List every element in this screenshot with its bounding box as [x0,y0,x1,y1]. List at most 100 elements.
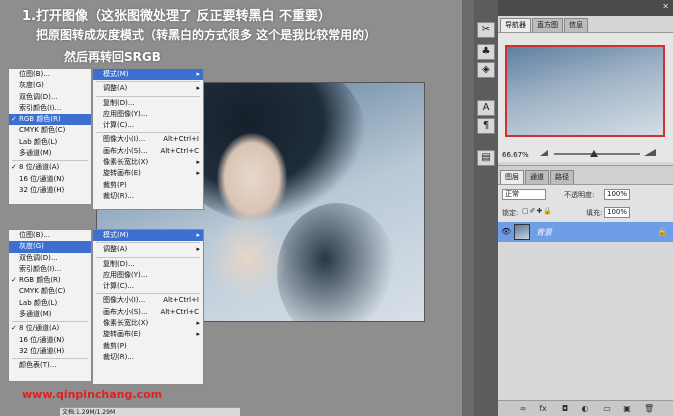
menu-item[interactable]: Lab 颜色(L) [9,298,91,309]
lock-label: 锁定: [502,209,519,217]
tab-channels[interactable]: 通道 [525,170,549,184]
menu-item[interactable]: 画布大小(S)... Alt+Ctrl+C [93,307,203,318]
menu-item-label: 计算(C)... [103,121,135,130]
menu-item-label: 颜色表(T)... [19,361,57,370]
menu-item[interactable]: 像素长宽比(X) ▸ [93,157,203,168]
submenu-arrow-icon: ▸ [196,231,200,239]
menu-item[interactable]: 计算(C)... [93,281,203,292]
menu-item[interactable]: ✓ 8 位/通道(A) [9,162,91,173]
menu-item[interactable]: 位图(B)... [9,69,91,80]
menu-item-label: 16 位/通道(N) [19,174,65,183]
submenu-arrow-icon: ▸ [196,84,200,93]
brush-preset-icon[interactable]: ✂ [477,22,495,38]
menu-item[interactable]: 索引颜色(I)... [9,103,91,114]
navigator-zoom[interactable]: 66.67% [502,151,529,159]
menu-item[interactable]: 裁剪(P) [93,341,203,352]
character-icon[interactable]: A [477,100,495,116]
fx-icon[interactable]: fx [538,404,548,414]
menu-item[interactable]: 裁切(R)... [93,352,203,363]
menu-item-label: CMYK 颜色(C) [19,287,66,296]
zoom-slider[interactable] [538,148,658,160]
menu-item[interactable]: 颜色表(T)... [9,360,91,371]
menu-item-label: Lab 颜色(L) [19,298,58,307]
check-icon: ✓ [11,115,17,124]
menu-item[interactable]: 图像大小(I)... Alt+Ctrl+I [93,295,203,306]
menu-separator [12,358,88,360]
menu-item[interactable]: 旋转画布(E) ▸ [93,168,203,179]
menu-item[interactable]: 画布大小(S)... Alt+Ctrl+C [93,146,203,157]
menu-item[interactable]: 复制(D)... [93,259,203,270]
folder-icon[interactable]: ▭ [602,404,612,414]
menu-item[interactable]: 灰度(G) [9,241,91,253]
menu-item[interactable]: 16 位/通道(N) [9,335,91,346]
menu-item[interactable]: 裁剪(P) [93,180,203,191]
tab-layers[interactable]: 图层 [500,170,524,184]
tab-info[interactable]: 信息 [564,18,588,32]
document-status: 文档:1.29M/1.29M [60,407,240,416]
history-icon[interactable]: ▤ [477,150,495,166]
eye-icon[interactable]: 👁 [501,227,511,236]
blend-mode-select[interactable]: 正常 [502,189,546,200]
tab-paths[interactable]: 路径 [550,170,574,184]
tab-histogram[interactable]: 直方图 [532,18,563,32]
layer-name[interactable]: 背景 [536,227,552,238]
new-layer-icon[interactable]: ▣ [622,404,632,414]
layer-lock-icon: 🔒 [657,227,667,236]
menu-item[interactable]: 灰度(G) [9,80,91,91]
tool-preset-icon[interactable]: ◈ [477,62,495,78]
menu-item[interactable]: 16 位/通道(N) [9,174,91,185]
menu-item[interactable]: 双色调(D)... [9,92,91,103]
menu-item[interactable]: 调整(A) ▸ [93,83,203,94]
menu-item[interactable]: 应用图像(Y)... [93,109,203,120]
menu-item-label: 复制(D)... [103,259,135,268]
menu-item-label: 图像大小(I)... [103,296,146,305]
menu-separator [96,293,200,295]
opacity-input[interactable]: 100% [604,189,630,200]
menu-item[interactable]: 应用图像(Y)... [93,270,203,281]
menu-item-label: 调整(A) [103,84,128,93]
lock-icon[interactable]: ▢✐✚🔒 [522,207,553,215]
fill-input[interactable]: 100% [604,207,630,218]
menu-item[interactable]: ✓ 8 位/通道(A) [9,323,91,334]
trash-icon[interactable]: 🗑 [644,404,654,414]
menu-item-label: 8 位/通道(A) [19,163,60,172]
menu-item[interactable]: 32 位/通道(H) [9,185,91,196]
tab-navigator[interactable]: 导航器 [500,18,531,32]
layers-options: 正常 不透明度: 100% 锁定: ▢✐✚🔒 填充: 100% [498,184,673,222]
menu-item[interactable]: ✓ RGB 颜色(R) [9,114,91,126]
menu-item[interactable]: 模式(M) ▸ [93,230,203,242]
menu-item[interactable]: 计算(C)... [93,120,203,131]
adjustment-icon[interactable]: ◐ [580,404,590,414]
menu-item-label: 16 位/通道(N) [19,335,65,344]
watermark-text: www.qinpinchang.com [22,388,163,401]
navigator-preview[interactable] [505,45,665,137]
menu-item[interactable]: 图像大小(I)... Alt+Ctrl+I [93,134,203,145]
clone-source-icon[interactable]: ♣ [477,44,495,60]
close-icon[interactable]: ✕ [662,2,669,11]
menu-item[interactable]: 索引颜色(I)... [9,264,91,275]
menu-item[interactable]: 双色调(D)... [9,253,91,264]
mask-icon[interactable]: ◘ [560,404,570,414]
menu-item-label: 索引颜色(I)... [19,103,62,112]
layer-row-background[interactable]: 👁 背景 🔒 [498,222,673,242]
link-icon[interactable]: ∞ [518,404,528,414]
menu-item[interactable]: 模式(M) ▸ [93,69,203,81]
menu-item[interactable]: CMYK 颜色(C) [9,286,91,297]
menu-item[interactable]: CMYK 颜色(C) [9,125,91,136]
menu-separator [96,242,200,244]
menu-item[interactable]: 像素长宽比(X) ▸ [93,318,203,329]
menu-item[interactable]: Lab 颜色(L) [9,137,91,148]
menu-item[interactable]: 多通道(M) [9,309,91,320]
menu-item[interactable]: 调整(A) ▸ [93,244,203,255]
menu-item[interactable]: 位图(B)... [9,230,91,241]
menu-item[interactable]: 裁切(R)... [93,191,203,202]
check-icon: ✓ [11,163,17,172]
menu-item-label: 位图(B)... [19,70,50,78]
menu-item[interactable]: 旋转画布(E) ▸ [93,329,203,340]
menu-item-label: 裁切(R)... [103,191,135,200]
menu-item[interactable]: ✓ RGB 颜色(R) [9,275,91,286]
menu-item[interactable]: 32 位/通道(H) [9,346,91,357]
paragraph-icon[interactable]: ¶ [477,118,495,134]
menu-item[interactable]: 复制(D)... [93,98,203,109]
menu-item[interactable]: 多通道(M) [9,148,91,159]
